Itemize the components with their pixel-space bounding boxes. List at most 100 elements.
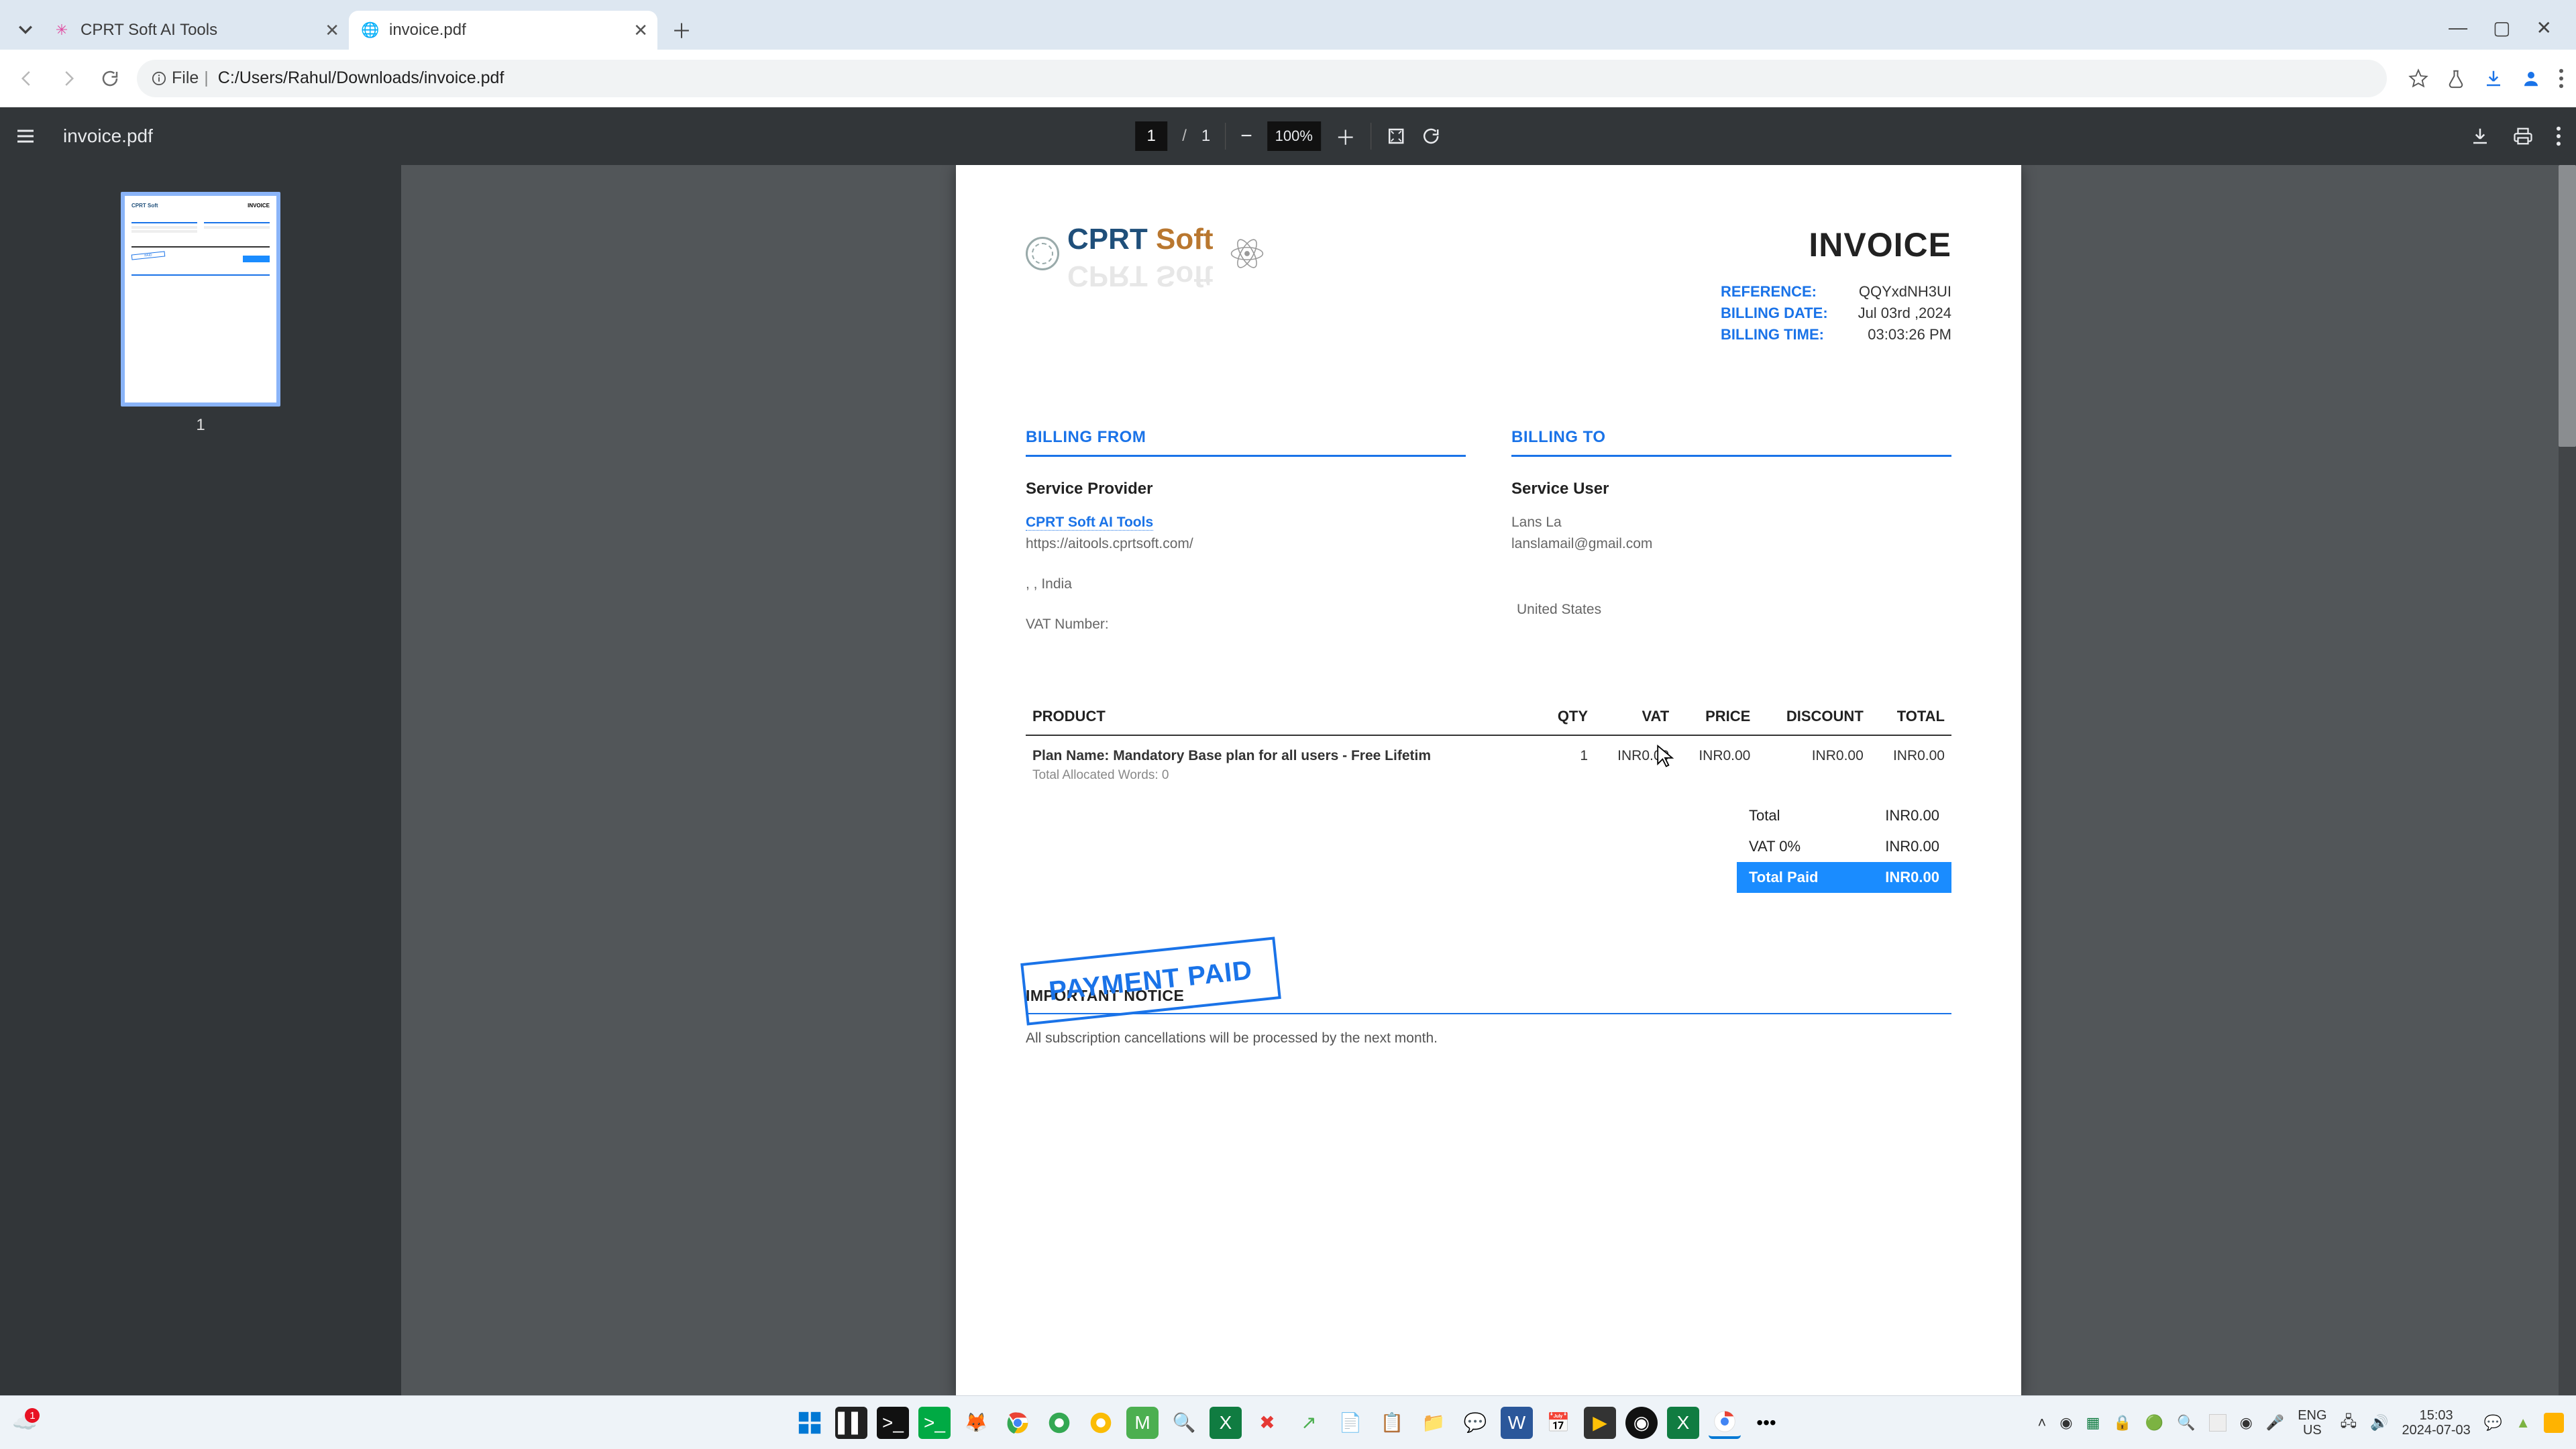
fit-icon: [1386, 126, 1406, 146]
pdf-page-separator: /: [1182, 127, 1187, 146]
item-price: INR0.00: [1676, 735, 1757, 795]
tray-language[interactable]: ENG US: [2298, 1408, 2326, 1438]
billing-from-heading: BILLING FROM: [1026, 428, 1466, 457]
pdf-canvas[interactable]: CPRT Soft CPRT Soft INVOICE REFERENCE:QQ…: [401, 165, 2576, 1395]
billing-date-value: Jul 03rd ,2024: [1844, 305, 1951, 322]
windows-taskbar: ☁️ 1 ▌▌ >_ >_ 🦊 M 🔍 X ✖ ↗ 📄: [0, 1395, 2576, 1449]
fit-page-button[interactable]: [1386, 126, 1406, 146]
pdf-more-button[interactable]: [2556, 126, 2561, 146]
tray-app-icon[interactable]: 🔒: [2113, 1414, 2131, 1432]
taskbar-excel2[interactable]: X: [1667, 1407, 1699, 1439]
col-price: PRICE: [1676, 698, 1757, 735]
person-icon: [2521, 68, 2541, 89]
reference-label: REFERENCE:: [1721, 283, 1835, 301]
tray-steam-icon[interactable]: ◉: [2059, 1414, 2072, 1432]
bookmark-button[interactable]: [2408, 68, 2428, 89]
billing-to-heading: BILLING TO: [1511, 428, 1951, 457]
taskbar-app[interactable]: 💬: [1459, 1407, 1491, 1439]
brand-logo: CPRT Soft CPRT Soft: [1026, 225, 1265, 282]
start-button[interactable]: [794, 1407, 826, 1439]
totals-total-value: INR0.00: [1885, 807, 1939, 824]
taskbar-chrome[interactable]: [1002, 1407, 1034, 1439]
taskbar-explorer[interactable]: 📁: [1417, 1407, 1450, 1439]
taskbar-app[interactable]: 🦊: [960, 1407, 992, 1439]
rotate-button[interactable]: [1421, 126, 1441, 146]
taskbar-app[interactable]: ✖: [1251, 1407, 1283, 1439]
taskbar-app[interactable]: ▶: [1584, 1407, 1616, 1439]
windows-icon: [798, 1411, 822, 1435]
vertical-scrollbar[interactable]: [2559, 165, 2576, 1395]
tab-invoice-pdf[interactable]: 🌐 invoice.pdf ✕: [349, 11, 657, 50]
tray-clock[interactable]: 15:03 2024-07-03: [2402, 1408, 2471, 1438]
tray-excel-icon[interactable]: ▦: [2086, 1414, 2100, 1432]
tray-chevron[interactable]: ˄: [2038, 1414, 2047, 1432]
zoom-level[interactable]: 100%: [1267, 121, 1321, 151]
taskbar-app[interactable]: M: [1126, 1407, 1159, 1439]
tray-app-icon[interactable]: ▲: [2516, 1414, 2530, 1432]
pdf-print-button[interactable]: [2513, 126, 2533, 146]
taskbar-app[interactable]: ▌▌: [835, 1407, 867, 1439]
taskbar-chrome-active[interactable]: [1709, 1407, 1741, 1439]
tray-search-icon[interactable]: 🔍: [2177, 1414, 2195, 1432]
taskbar-powershell[interactable]: >_: [918, 1407, 951, 1439]
tray-blank-icon[interactable]: [2209, 1414, 2226, 1432]
zoom-out-button[interactable]: −: [1240, 125, 1252, 148]
tray-steam-icon2[interactable]: ◉: [2240, 1414, 2253, 1432]
billing-to-role: Service User: [1511, 480, 1951, 498]
tabs-dropdown-button[interactable]: [11, 15, 40, 44]
reload-button[interactable]: [95, 64, 125, 93]
taskbar-chrome-alt[interactable]: [1043, 1407, 1075, 1439]
scrollbar-thumb[interactable]: [2559, 165, 2576, 447]
close-tab-icon[interactable]: ✕: [633, 20, 648, 41]
labs-button[interactable]: [2446, 68, 2466, 89]
chrome-icon: [1006, 1411, 1029, 1434]
totals-paid-label: Total Paid: [1749, 869, 1819, 886]
download-icon: [2483, 68, 2504, 89]
back-button[interactable]: [12, 64, 42, 93]
taskbar-app[interactable]: 📋: [1376, 1407, 1408, 1439]
maximize-button[interactable]: ▢: [2493, 17, 2510, 39]
tray-volume-icon[interactable]: 🔊: [2370, 1414, 2388, 1432]
minimize-button[interactable]: ―: [2449, 17, 2467, 39]
totals-vat-value: INR0.00: [1885, 838, 1939, 855]
taskbar-calendar[interactable]: 📅: [1542, 1407, 1574, 1439]
taskbar-excel[interactable]: X: [1210, 1407, 1242, 1439]
item-sub: Total Allocated Words: 0: [1032, 768, 1534, 783]
notification-badge: 1: [25, 1408, 40, 1423]
taskbar-terminal[interactable]: >_: [877, 1407, 909, 1439]
tab-cprt-soft[interactable]: ✳ CPRT Soft AI Tools ✕: [40, 11, 349, 50]
tray-notifications-icon[interactable]: 💬: [2484, 1414, 2502, 1432]
address-bar[interactable]: File | C:/Users/Rahul/Downloads/invoice.…: [137, 60, 2387, 97]
taskbar-steam[interactable]: ◉: [1625, 1407, 1658, 1439]
zoom-in-button[interactable]: ＋: [1336, 121, 1356, 151]
taskbar-word[interactable]: W: [1501, 1407, 1533, 1439]
pdf-sidebar-toggle[interactable]: [15, 125, 36, 147]
downloads-button[interactable]: [2483, 68, 2504, 89]
tray-network-icon[interactable]: 🖧: [2341, 1410, 2357, 1436]
address-bar-row: File | C:/Users/Rahul/Downloads/invoice.…: [0, 50, 2576, 107]
tray-copilot-icon[interactable]: 🟢: [2145, 1414, 2163, 1432]
forward-button[interactable]: [54, 64, 83, 93]
pdf-page-input[interactable]: 1: [1135, 121, 1167, 151]
taskbar-everything[interactable]: 🔍: [1168, 1407, 1200, 1439]
taskbar-app[interactable]: ↗: [1293, 1407, 1325, 1439]
taskbar-chrome-alt2[interactable]: [1085, 1407, 1117, 1439]
close-tab-icon[interactable]: ✕: [325, 20, 339, 41]
taskbar-overflow[interactable]: •••: [1750, 1407, 1782, 1439]
pdf-viewer: CPRT Soft INVOICE PAID 1: [0, 165, 2576, 1395]
reload-icon: [100, 68, 120, 89]
profile-button[interactable]: [2521, 68, 2541, 89]
favicon-globe-icon: 🌐: [361, 21, 380, 40]
chrome-menu-button[interactable]: [2559, 68, 2564, 89]
pdf-download-button[interactable]: [2470, 126, 2490, 146]
new-tab-button[interactable]: ＋: [665, 13, 698, 46]
page-thumbnail-1[interactable]: CPRT Soft INVOICE PAID: [121, 192, 280, 407]
taskbar-notepad[interactable]: 📄: [1334, 1407, 1366, 1439]
item-name: Plan Name: Mandatory Base plan for all u…: [1032, 748, 1534, 764]
taskbar-weather[interactable]: ☁️ 1: [12, 1411, 37, 1434]
close-window-button[interactable]: ✕: [2536, 17, 2552, 39]
tray-mic-icon[interactable]: 🎤: [2266, 1414, 2284, 1432]
tray-app-icon[interactable]: [2544, 1413, 2564, 1433]
item-vat: INR0.00: [1595, 735, 1676, 795]
info-icon: [152, 71, 166, 86]
